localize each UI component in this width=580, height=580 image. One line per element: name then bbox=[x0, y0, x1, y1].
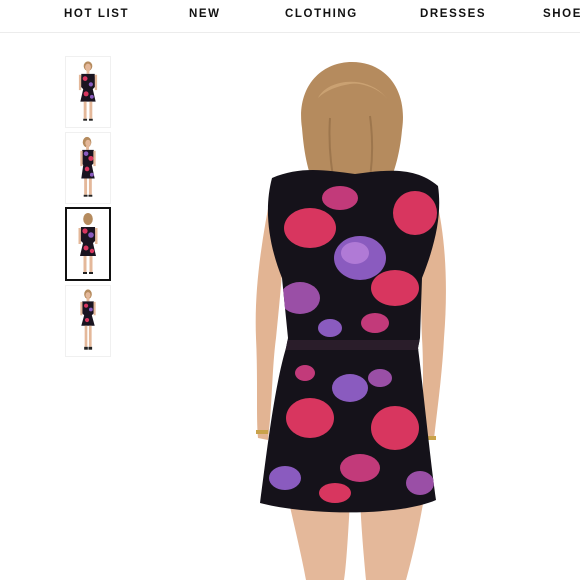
top-navigation: HOT LIST NEW CLOTHING DRESSES SHOES bbox=[0, 0, 580, 33]
nav-hot-list[interactable]: HOT LIST bbox=[64, 8, 129, 20]
nav-shoes[interactable]: SHOES bbox=[543, 8, 580, 20]
thumbnail-front[interactable] bbox=[65, 56, 111, 128]
thumbnail-back-image bbox=[78, 213, 98, 274]
thumbnail-full-length-image bbox=[80, 289, 96, 350]
nav-clothing[interactable]: CLOTHING bbox=[285, 8, 358, 20]
thumbnail-back[interactable] bbox=[65, 207, 111, 281]
thumbnail-front-image bbox=[78, 61, 98, 121]
nav-dresses[interactable]: DRESSES bbox=[420, 8, 486, 20]
model-back-view-illustration bbox=[255, 62, 446, 580]
nav-new[interactable]: NEW bbox=[189, 8, 221, 20]
product-main-image bbox=[210, 38, 500, 580]
thumbnail-side[interactable] bbox=[65, 132, 111, 204]
thumbnail-side-image bbox=[80, 136, 96, 197]
thumbnail-full-length[interactable] bbox=[65, 285, 111, 357]
